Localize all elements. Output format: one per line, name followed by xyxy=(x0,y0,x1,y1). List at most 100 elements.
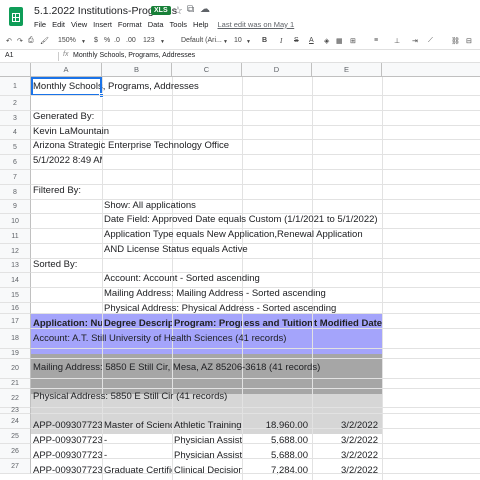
row-header-4[interactable]: 4 xyxy=(0,126,31,140)
row-header-19[interactable]: 19 xyxy=(0,349,31,359)
column-header-c[interactable]: C xyxy=(172,63,242,77)
formats-chevron-icon[interactable]: ▼ xyxy=(160,39,165,45)
text-color-button[interactable]: A xyxy=(309,37,314,44)
cell-b12[interactable]: AND License Status equals Active xyxy=(102,244,248,255)
cell-b14[interactable]: Account: Account - Sorted ascending xyxy=(102,273,260,284)
horizontal-align-icon[interactable]: ≡ xyxy=(374,37,378,44)
cell-a20[interactable]: Mailing Address: 5850 E Still Cir, Mesa,… xyxy=(31,362,320,373)
row-header-8[interactable]: 8 xyxy=(0,185,31,200)
row-header-16[interactable]: 16 xyxy=(0,303,31,314)
move-folder-icon[interactable]: ⧉ xyxy=(187,4,194,15)
insert-link-icon[interactable]: ⛓ xyxy=(451,37,460,45)
cell-b26[interactable]: - xyxy=(102,450,172,461)
star-icon[interactable]: ☆ xyxy=(173,4,183,17)
font-family-select[interactable]: Default (Ari... xyxy=(181,37,222,44)
text-rotation-icon[interactable]: ⟋ xyxy=(428,37,433,45)
cell-b10[interactable]: Date Field: Approved Date equals Custom … xyxy=(102,214,378,225)
print-icon[interactable]: ⎙ xyxy=(28,37,34,45)
column-header-f[interactable] xyxy=(382,63,480,77)
cell-d26[interactable]: 5,688.00 xyxy=(242,450,312,461)
row-header-27[interactable]: 27 xyxy=(0,459,31,474)
menu-edit[interactable]: Edit xyxy=(52,20,65,29)
cell-a26[interactable]: APP-009307723 xyxy=(31,450,102,461)
cell-b27[interactable]: Graduate Certific xyxy=(102,465,172,476)
column-header-a[interactable]: A xyxy=(31,63,102,77)
redo-icon[interactable]: ↷ xyxy=(17,37,23,45)
cell-d25[interactable]: 5,688.00 xyxy=(242,435,312,446)
strikethrough-button[interactable]: S xyxy=(294,37,299,44)
row-header-6[interactable]: 6 xyxy=(0,155,31,170)
paint-format-icon[interactable]: 🖌 xyxy=(40,37,49,45)
cell-c26[interactable]: Physician Assista xyxy=(172,450,242,461)
row-header-17[interactable]: 17 xyxy=(0,314,31,329)
cell-e27[interactable]: 3/2/2022 xyxy=(312,465,382,476)
cell-a22[interactable]: Physical Address: 5850 E Still Cir (41 r… xyxy=(31,391,227,402)
sheets-logo-icon[interactable] xyxy=(9,7,23,26)
row-header-12[interactable]: 12 xyxy=(0,244,31,259)
cell-a27[interactable]: APP-009307723 xyxy=(31,465,102,476)
cell-b11[interactable]: Application Type equals New Application,… xyxy=(102,229,363,240)
row-header-20[interactable]: 20 xyxy=(0,359,31,379)
menu-data[interactable]: Data xyxy=(148,20,164,29)
more-formats-button[interactable]: 123 xyxy=(143,37,155,44)
row-header-21[interactable]: 21 xyxy=(0,379,31,389)
increase-decimal-button[interactable]: .00 xyxy=(126,37,136,44)
row-header-13[interactable]: 13 xyxy=(0,259,31,273)
decrease-decimal-button[interactable]: .0 xyxy=(114,37,120,44)
cell-a8[interactable]: Filtered By: xyxy=(31,185,81,196)
font-chevron-icon[interactable]: ▼ xyxy=(223,39,228,45)
menu-help[interactable]: Help xyxy=(193,20,208,29)
cell-c27[interactable]: Clinical Decision xyxy=(172,465,242,476)
borders-icon[interactable]: ▦ xyxy=(336,37,343,45)
row-header-2[interactable]: 2 xyxy=(0,96,31,111)
row-header-11[interactable]: 11 xyxy=(0,229,31,244)
cloud-status-icon[interactable]: ☁ xyxy=(200,4,210,15)
row-header-5[interactable]: 5 xyxy=(0,140,31,155)
cell-c24[interactable]: Athletic Training xyxy=(172,420,242,431)
cell-c25[interactable]: Physician Assista xyxy=(172,435,242,446)
cell-b15[interactable]: Mailing Address: Mailing Address - Sorte… xyxy=(102,288,326,299)
row-header-26[interactable]: 26 xyxy=(0,444,31,459)
cell-a5[interactable]: Arizona Strategic Enterprise Technology … xyxy=(31,140,229,151)
column-header-d[interactable]: D xyxy=(242,63,312,77)
row-header-9[interactable]: 9 xyxy=(0,200,31,214)
menu-tools[interactable]: Tools xyxy=(170,20,188,29)
undo-icon[interactable]: ↶ xyxy=(6,37,12,45)
row-header-25[interactable]: 25 xyxy=(0,429,31,444)
row-header-10[interactable]: 10 xyxy=(0,214,31,229)
row-header-3[interactable]: 3 xyxy=(0,111,31,126)
cell-a6[interactable]: 5/1/2022 8:49 AM xyxy=(31,155,102,166)
row-header-24[interactable]: 24 xyxy=(0,414,31,429)
insert-comment-icon[interactable]: ⊟ xyxy=(466,37,472,45)
cell-a18[interactable]: Account: A.T. Still University of Health… xyxy=(31,333,286,344)
cell-b24[interactable]: Master of Scienc xyxy=(102,420,172,431)
last-edit-link[interactable]: Last edit was on May 1 xyxy=(217,20,294,29)
cell-b9[interactable]: Show: All applications xyxy=(102,200,196,211)
currency-format-button[interactable]: $ xyxy=(94,37,98,44)
menu-view[interactable]: View xyxy=(71,20,87,29)
zoom-chevron-icon[interactable]: ▼ xyxy=(81,39,86,45)
cell-e25[interactable]: 3/2/2022 xyxy=(312,435,382,446)
column-header-e[interactable]: E xyxy=(312,63,382,77)
bold-button[interactable]: B xyxy=(262,37,267,44)
vertical-align-icon[interactable]: ⊥ xyxy=(394,37,400,45)
cell-d24[interactable]: 18,960.00 xyxy=(242,420,312,431)
cell-d27[interactable]: 7,284.00 xyxy=(242,465,312,476)
formula-input[interactable]: Monthly Schools, Programs, Addresses xyxy=(73,52,195,59)
fill-color-icon[interactable]: ◈ xyxy=(324,37,329,45)
font-size-select[interactable]: 10 xyxy=(234,37,242,44)
cell-a3[interactable]: Generated By: xyxy=(31,111,94,122)
menu-file[interactable]: File xyxy=(34,20,46,29)
column-header-b[interactable]: B xyxy=(102,63,172,77)
cell-e24[interactable]: 3/2/2022 xyxy=(312,420,382,431)
cell-e26[interactable]: 3/2/2022 xyxy=(312,450,382,461)
menu-insert[interactable]: Insert xyxy=(93,20,112,29)
cell-b25[interactable]: - xyxy=(102,435,172,446)
cell-a24[interactable]: APP-009307723 xyxy=(31,420,102,431)
cell-a4[interactable]: Kevin LaMountain xyxy=(31,126,109,137)
zoom-select[interactable]: 150% xyxy=(58,37,76,44)
row-header-18[interactable]: 18 xyxy=(0,329,31,349)
percent-format-button[interactable]: % xyxy=(104,37,110,44)
text-wrap-icon[interactable]: ⇥ xyxy=(412,37,418,45)
menu-format[interactable]: Format xyxy=(118,20,142,29)
